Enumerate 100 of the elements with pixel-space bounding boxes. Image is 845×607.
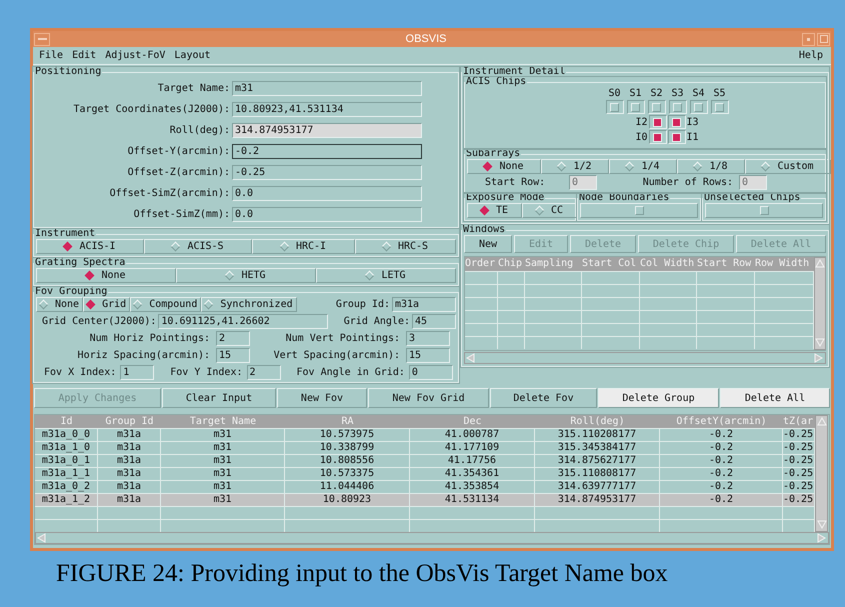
- window-button[interactable]: New: [464, 235, 512, 253]
- table-row[interactable]: m31a_0_2 m31a m31 11.044406 41.353854 314.639777177 -0.2 -0.25: [35, 480, 815, 493]
- checkbox[interactable]: [715, 102, 724, 112]
- menu-item[interactable]: Edit: [72, 49, 96, 62]
- field-label: Grid Center(J2000):: [42, 315, 158, 328]
- column-header: Id: [59, 415, 74, 428]
- maximize-button[interactable]: [817, 32, 830, 46]
- radio-option[interactable]: Synchronized: [201, 297, 297, 312]
- horizontal-scrollbar[interactable]: [35, 532, 829, 544]
- checkbox[interactable]: [610, 102, 619, 112]
- radio-option[interactable]: TE: [467, 203, 522, 218]
- checkbox[interactable]: [760, 206, 768, 215]
- checkbox[interactable]: [652, 102, 661, 112]
- minimize-button[interactable]: [802, 32, 815, 46]
- text-field[interactable]: 45: [412, 314, 456, 329]
- text-field[interactable]: 0: [408, 365, 453, 380]
- vertical-scrollbar[interactable]: [814, 257, 826, 350]
- radio-option[interactable]: ACIS-I: [36, 239, 144, 254]
- action-button[interactable]: Delete All: [720, 388, 830, 408]
- scroll-up-icon[interactable]: [815, 259, 825, 269]
- scroll-down-icon[interactable]: [816, 520, 826, 530]
- menu-item[interactable]: File: [39, 49, 64, 62]
- text-field[interactable]: 0.0: [232, 207, 422, 222]
- scroll-up-icon[interactable]: [816, 417, 826, 427]
- scroll-left-icon[interactable]: [466, 353, 476, 363]
- radio-option[interactable]: None: [467, 159, 541, 174]
- field-label: S2: [650, 87, 663, 100]
- checkbox[interactable]: [631, 102, 640, 112]
- help-menu[interactable]: Help: [798, 49, 823, 62]
- text-field[interactable]: -0.25: [232, 165, 422, 180]
- group-title: Subarrays: [465, 149, 522, 159]
- radio-option[interactable]: Grid: [83, 297, 130, 312]
- table-row[interactable]: m31a_0_0 m31a m31 10.573975 41.000787 315.110208177 -0.2 -0.25: [35, 428, 815, 441]
- field-label: Num Vert Pointings:: [286, 332, 400, 345]
- text-field[interactable]: 2: [246, 365, 280, 380]
- radio-option[interactable]: HRC-S: [355, 239, 456, 254]
- checkbox[interactable]: [653, 118, 662, 126]
- action-button[interactable]: New Fov: [277, 388, 367, 408]
- window-title: OBSVIS: [404, 32, 448, 46]
- checkbox[interactable]: [634, 206, 644, 215]
- field-label: S3: [671, 87, 684, 100]
- text-field[interactable]: 15: [216, 348, 250, 363]
- column-header: Target Name: [188, 415, 258, 428]
- scroll-left-icon[interactable]: [37, 533, 47, 543]
- scroll-right-icon[interactable]: [814, 353, 824, 363]
- text-field[interactable]: 15: [406, 348, 450, 363]
- table-row[interactable]: m31a_1_0 m31a m31 10.338799 41.177109 315.345384177 -0.2 -0.25: [35, 441, 815, 454]
- radio-option[interactable]: None: [36, 297, 84, 312]
- action-button[interactable]: New Fov Grid: [368, 388, 489, 408]
- checkbox[interactable]: [694, 102, 703, 112]
- action-button[interactable]: Delete Group: [598, 388, 719, 408]
- table-row[interactable]: m31a_1_1 m31a m31 10.573375 41.354361 315.110808177 -0.2 -0.25: [35, 467, 815, 480]
- radio-option[interactable]: HETG: [176, 268, 316, 283]
- menu-item[interactable]: Adjust-FoV: [105, 49, 166, 62]
- table-cell: -0.2: [660, 494, 783, 506]
- column-header: tZ(ar: [783, 415, 814, 428]
- text-field[interactable]: -0.2: [232, 144, 422, 159]
- text-field[interactable]: m31: [232, 81, 422, 96]
- menu-item[interactable]: Layout: [174, 49, 211, 62]
- radio-option[interactable]: 1/2: [541, 159, 609, 174]
- field-label: Num Horiz Pointings:: [90, 332, 210, 345]
- scroll-down-icon[interactable]: [815, 338, 825, 348]
- text-field[interactable]: 10.80923,41.531134: [232, 102, 422, 117]
- text-field[interactable]: 2: [216, 331, 250, 346]
- radio-option[interactable]: 1/4: [609, 159, 677, 174]
- group-title: Instrument Detail: [462, 67, 566, 77]
- checkbox[interactable]: [653, 132, 662, 142]
- radio-option[interactable]: Custom: [745, 159, 831, 174]
- text-field[interactable]: 314.874953177: [232, 123, 422, 138]
- field-label: Fov Angle in Grid:: [296, 366, 405, 379]
- radio-option[interactable]: 1/8: [677, 159, 745, 174]
- table-row[interactable]: m31a_0_1 m31a m31 10.808556 41.17756 314.875627177 -0.2 -0.25: [35, 454, 815, 467]
- radio-option[interactable]: CC: [522, 203, 577, 218]
- text-field[interactable]: 3: [406, 331, 450, 346]
- text-field[interactable]: m31a: [392, 297, 456, 312]
- window-menu-button[interactable]: [34, 32, 50, 46]
- column-header: RA: [340, 415, 355, 428]
- radio-option[interactable]: None: [36, 268, 176, 283]
- text-field[interactable]: 1: [120, 365, 154, 380]
- text-field[interactable]: 0.0: [232, 186, 422, 201]
- field-label: Number of Rows:: [642, 176, 733, 188]
- table-row[interactable]: m31a_1_2 m31a m31 10.80923 41.531134 314.874953177 -0.2 -0.25: [35, 493, 815, 506]
- radio-option[interactable]: Compound: [130, 297, 202, 312]
- column-header: Roll(deg): [569, 415, 626, 428]
- group-title: ACIS Chips: [465, 77, 528, 87]
- checkbox[interactable]: [672, 132, 681, 142]
- group-title: Grating Spectra: [34, 258, 126, 268]
- field-label: S1: [629, 87, 642, 100]
- radio-option[interactable]: HRC-I: [252, 239, 355, 254]
- radio-option[interactable]: LETG: [316, 268, 456, 283]
- action-button[interactable]: Clear Input: [162, 388, 276, 408]
- text-field[interactable]: 10.691125,41.26602: [158, 314, 328, 329]
- horizontal-scrollbar[interactable]: [464, 352, 826, 364]
- checkbox[interactable]: [673, 102, 682, 112]
- column-header: Col Width: [640, 257, 696, 271]
- radio-option[interactable]: ACIS-S: [144, 239, 252, 254]
- checkbox[interactable]: [672, 118, 681, 126]
- field-label: S5: [713, 87, 726, 100]
- figure-caption: FIGURE 24: Providing input to the ObsVis Target Name box: [55, 559, 669, 589]
- action-button[interactable]: Delete Fov: [490, 388, 597, 408]
